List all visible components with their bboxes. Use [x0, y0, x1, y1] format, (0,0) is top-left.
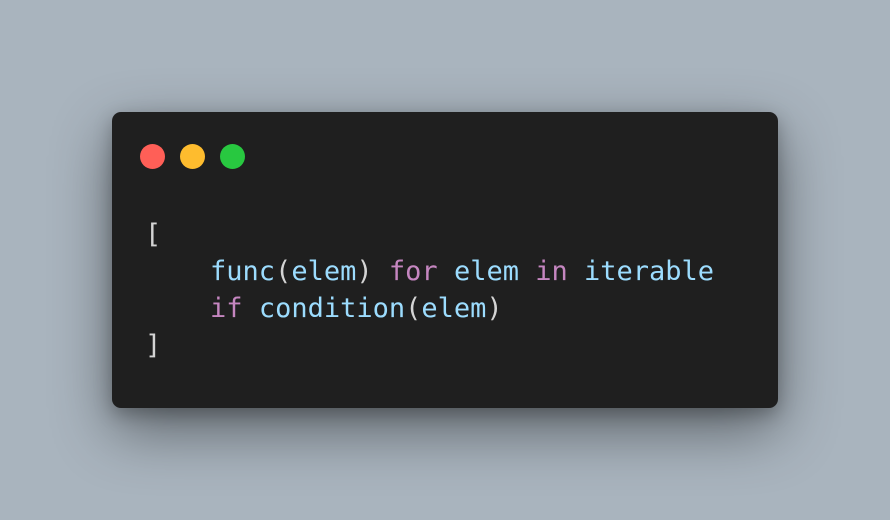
code-token-identifier: condition	[258, 293, 406, 324]
code-token-whitespace	[373, 256, 389, 287]
code-token-identifier: elem	[291, 256, 357, 287]
code-line: func(elem) for elem in iterable	[145, 253, 714, 290]
code-token-whitespace	[568, 256, 584, 287]
code-token-whitespace	[243, 293, 259, 324]
code-token-whitespace	[145, 256, 210, 287]
code-token-punctuation: [	[145, 219, 162, 250]
code-line: ]	[145, 327, 714, 364]
code-line: [	[145, 216, 714, 253]
code-token-identifier: elem	[453, 256, 519, 287]
maximize-button-icon[interactable]	[220, 144, 245, 169]
close-button-icon[interactable]	[140, 144, 165, 169]
code-token-whitespace	[438, 256, 454, 287]
code-window: [ func(elem) for elem in iterable if con…	[112, 112, 778, 408]
code-token-identifier: func	[210, 256, 276, 287]
code-token-whitespace	[519, 256, 535, 287]
code-token-identifier: elem	[421, 293, 487, 324]
minimize-button-icon[interactable]	[180, 144, 205, 169]
code-token-keyword: in	[535, 256, 568, 287]
code-token-punctuation: (	[275, 256, 292, 287]
code-token-whitespace	[145, 293, 210, 324]
code-token-punctuation: )	[356, 256, 373, 287]
code-token-keyword: if	[210, 293, 243, 324]
code-token-punctuation: )	[486, 293, 503, 324]
code-block: [ func(elem) for elem in iterable if con…	[145, 216, 714, 364]
code-token-punctuation: (	[405, 293, 422, 324]
code-token-identifier: iterable	[584, 256, 715, 287]
code-token-punctuation: ]	[145, 330, 162, 361]
code-line: if condition(elem)	[145, 290, 714, 327]
code-token-keyword: for	[388, 256, 438, 287]
